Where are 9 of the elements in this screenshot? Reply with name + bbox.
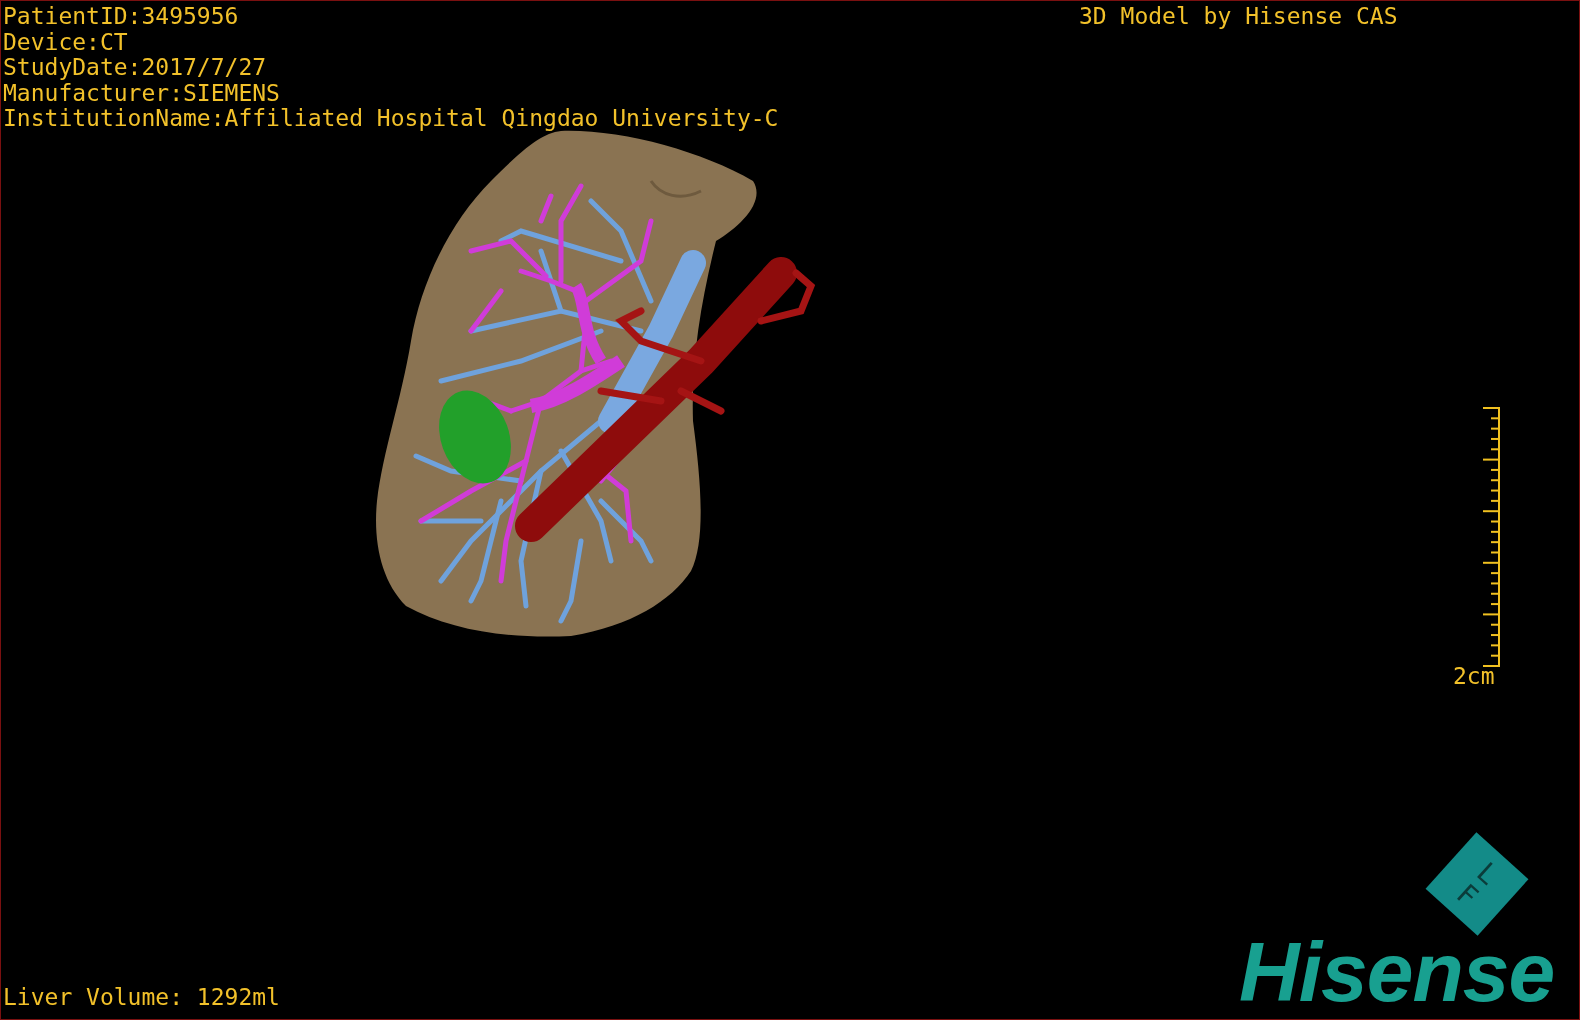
brand-logo: Hisense <box>1239 927 1555 1017</box>
study-info-line: PatientID:3495956 <box>3 4 240 30</box>
study-info-line: Device:CT <box>3 29 129 55</box>
scale-label: 2cm <box>1453 664 1495 690</box>
study-info-line: InstitutionName:Affiliated Hospital Qingdao University-C <box>3 106 779 132</box>
liver-volume: Liver Volume: 1292ml <box>3 985 280 1011</box>
study-info-line: Manufacturer:SIEMENS <box>3 80 281 106</box>
study-info-line: StudyDate:2017/7/27 <box>3 55 268 81</box>
viewer-title: 3D Model by Hisense CAS <box>1079 4 1398 30</box>
